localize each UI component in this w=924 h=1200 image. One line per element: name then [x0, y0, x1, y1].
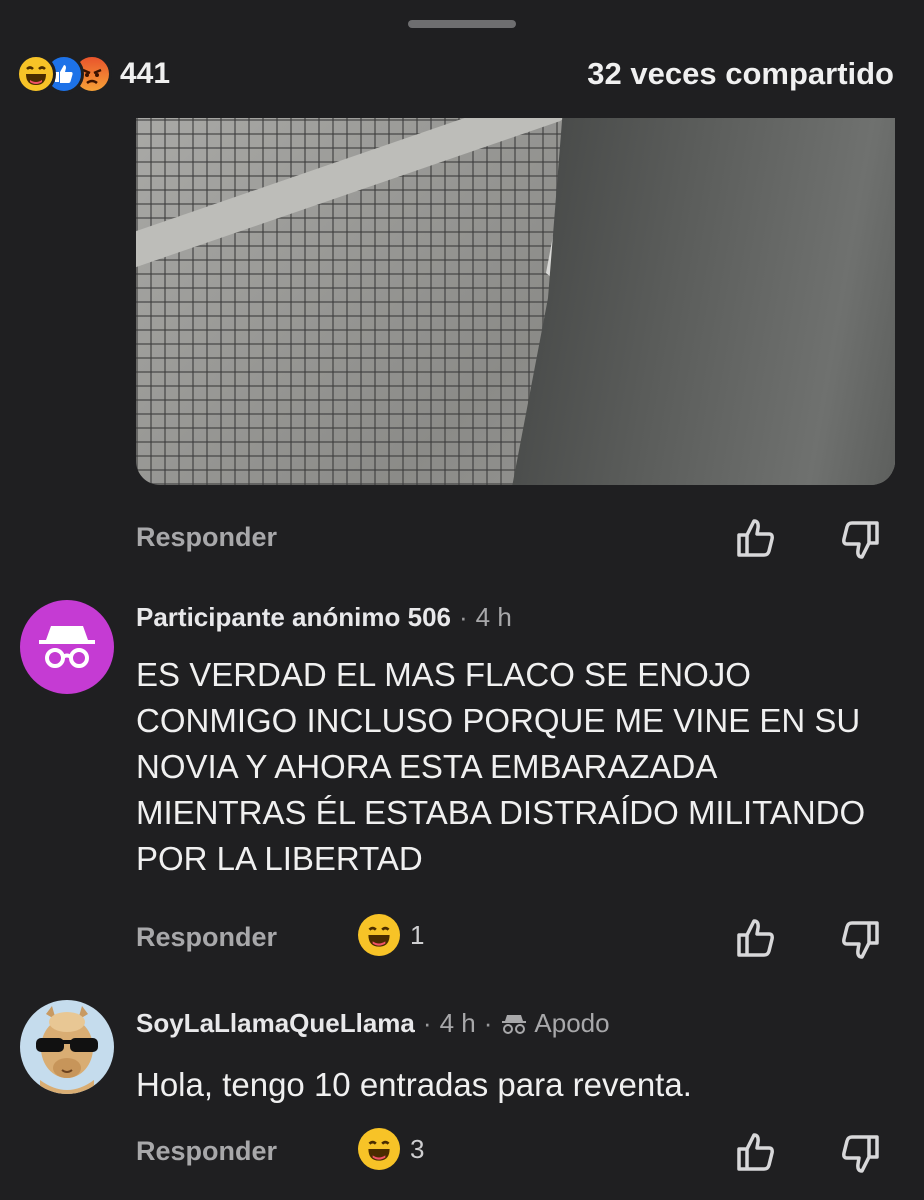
haha-icon [358, 914, 400, 956]
thumbs-down-icon[interactable] [838, 520, 882, 569]
reaction-summary[interactable]: 441 [16, 54, 170, 94]
share-count[interactable]: 32 veces compartido [587, 56, 894, 92]
comment-meta: Participante anónimo 506 · 4 h [136, 602, 512, 633]
nickname-label: Apodo [534, 1008, 610, 1038]
comment-actions: Responder [0, 514, 924, 562]
anonymous-avatar[interactable] [20, 600, 114, 694]
comment-text: ES VERDAD EL MAS FLACO SE ENOJO CONMIGO … [136, 656, 866, 877]
meta-separator: · [483, 1008, 493, 1038]
post-summary-bar: 441 32 veces compartido [0, 48, 924, 100]
comment-author[interactable]: Participante anónimo 506 [136, 602, 451, 633]
incognito-icon [502, 1014, 527, 1034]
comment-actions: Responder 3 [0, 1128, 924, 1176]
reply-button[interactable]: Responder [136, 922, 277, 953]
meta-separator: · [458, 602, 468, 632]
comment-meta: SoyLaLlamaQueLlama · 4 h · Apodo [136, 1008, 610, 1039]
reply-button[interactable]: Responder [136, 522, 277, 553]
thumbs-down-icon[interactable] [838, 1134, 882, 1183]
llama-icon [36, 1006, 98, 1094]
comment-reactions[interactable]: 1 [358, 914, 424, 956]
thumbs-down-icon[interactable] [838, 920, 882, 969]
incognito-icon [39, 626, 95, 668]
nickname-badge[interactable]: Apodo [500, 1008, 610, 1039]
reply-button[interactable]: Responder [136, 1136, 277, 1167]
thumbs-up-icon[interactable] [734, 916, 778, 965]
comment-time: 4 h [475, 602, 512, 632]
comment-reaction-count: 3 [410, 1133, 425, 1164]
comment-text: Hola, tengo 10 entradas para reventa. [136, 1066, 692, 1103]
comment-photo[interactable] [136, 118, 895, 485]
llama-avatar[interactable] [20, 1000, 114, 1094]
comment-reactions[interactable]: 3 [358, 1128, 424, 1170]
sheet-drag-handle[interactable] [408, 20, 516, 28]
thumbs-up-icon[interactable] [734, 1130, 778, 1179]
thumbs-up-icon[interactable] [734, 516, 778, 565]
comment-time: 4 h [439, 1008, 476, 1038]
comment-author[interactable]: SoyLaLlamaQueLlama [136, 1008, 415, 1039]
meta-separator: · [422, 1008, 432, 1038]
haha-icon [16, 54, 56, 94]
comment-reaction-count: 1 [410, 919, 425, 950]
haha-icon [358, 1128, 400, 1170]
photo-jacket [508, 118, 895, 485]
reaction-count: 441 [120, 57, 171, 90]
comment-actions: Responder 1 [0, 914, 924, 962]
